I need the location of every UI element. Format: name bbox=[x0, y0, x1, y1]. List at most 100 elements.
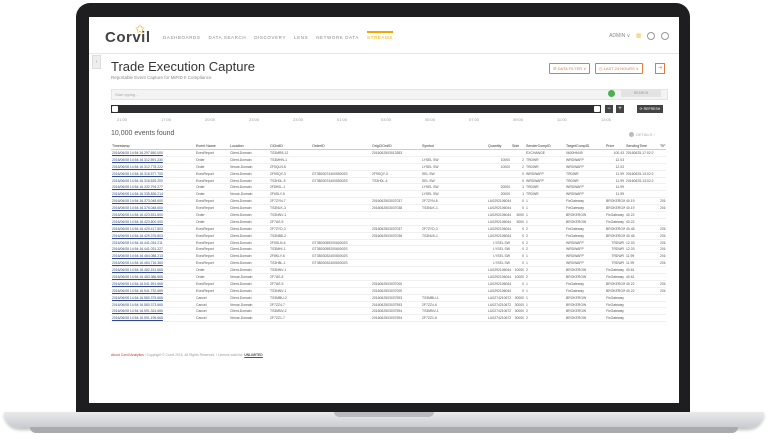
zoom-in-button[interactable]: + bbox=[616, 105, 624, 113]
time-range-button[interactable]: ◷ LAST 24 HOURS ∨ bbox=[595, 63, 643, 74]
table-cell[interactable]: 2016/06/08 14:54:16.591.324.665 bbox=[111, 307, 195, 316]
table-cell[interactable]: 2016/06/08 14:54:16.464.088.213 bbox=[111, 252, 195, 261]
export-button[interactable]: ⇥ bbox=[655, 63, 665, 74]
table-cell[interactable]: 2016/06/08 14:54:16.332.794.277 bbox=[111, 183, 195, 192]
table-cell[interactable]: 2016/06/08 14:54:16.312.778.222 bbox=[111, 163, 195, 171]
table-cell: 20000 bbox=[487, 190, 511, 199]
table-row[interactable]: 2016/06/08 14:54:16.541.732.665 ExecRepor… bbox=[111, 287, 666, 295]
table-cell: ExecReport bbox=[195, 245, 229, 254]
nav-dashboards[interactable]: DASHBOARDS bbox=[163, 35, 201, 40]
table-cell[interactable]: 2016/06/08 14:54:16.297.650.000 bbox=[111, 149, 195, 157]
table-cell: Order bbox=[195, 273, 229, 281]
table-cell bbox=[311, 266, 371, 275]
table-cell[interactable]: 2016/06/08 14:54:16.482.151.665 bbox=[111, 266, 195, 275]
table-cell: ExecReport bbox=[195, 259, 229, 268]
table-cell[interactable]: 2016/06/08 14:54:16.335.836.214 bbox=[111, 190, 195, 199]
table-cell[interactable]: 2016/06/08 14:54:16.580.375.665 bbox=[111, 294, 195, 302]
table-row[interactable]: 2016/06/08 14:54:16.376.048.600 ExecRepor… bbox=[111, 204, 666, 213]
chart-icon[interactable]: ▨ bbox=[636, 33, 641, 39]
table-cell[interactable]: 2016/06/08 14:54:16.541.732.665 bbox=[111, 287, 195, 295]
nav-streams[interactable]: STREAMS bbox=[367, 31, 393, 40]
table-row[interactable]: 2016/06/08 14:54:16.423.531.600 Order Clie… bbox=[111, 211, 666, 219]
table-row[interactable]: 2016/06/08 14:54:16.297.650.000 ExecRepor… bbox=[111, 149, 666, 157]
data-filter-button[interactable]: ☰ DATA FILTER ∨ bbox=[549, 63, 591, 74]
table-cell[interactable]: 2016/06/08 14:54:16.373.048.600 bbox=[111, 197, 195, 206]
table-row[interactable]: 2016/06/08 14:54:16.482.151.665 Order Clie… bbox=[111, 266, 666, 275]
table-cell[interactable]: 2016/06/08 14:54:16.441.031.227 bbox=[111, 245, 195, 254]
table-cell[interactable]: 2016/06/08 14:54:16.423.531.600 bbox=[111, 211, 195, 219]
table-cell: 0 bbox=[511, 177, 525, 185]
table-cell[interactable]: 2016/06/08 14:54:16.429.376.803 bbox=[111, 232, 195, 240]
table-cell: LU0292106044.USD bbox=[487, 232, 511, 240]
table-row[interactable]: 2016/06/08 14:54:16.580.375.665 Cancel Cli… bbox=[111, 294, 666, 302]
gear-icon[interactable] bbox=[661, 32, 669, 40]
table-row[interactable]: 2016/06/08 14:54:16.580.373.665 Cancel Ven… bbox=[111, 301, 666, 309]
search-input[interactable]: Start typing... bbox=[111, 89, 668, 100]
details-toggle[interactable]: DETAILS › bbox=[629, 132, 655, 138]
table-row[interactable]: 2016/06/08 14:54:16.591.195.665 Cancel Ven… bbox=[111, 314, 666, 323]
about-link[interactable]: About Corvil Analytics bbox=[111, 353, 144, 357]
table-cell[interactable]: 2016/06/08 14:54:16.312.591.230 bbox=[111, 156, 195, 164]
table-row[interactable]: 2016/06/08 14:54:16.429.376.803 ExecRepor… bbox=[111, 232, 666, 240]
timeline-slider[interactable] bbox=[111, 105, 601, 113]
table-row[interactable]: 2016/06/08 14:54:16.316.577.700 ExecRepor… bbox=[111, 170, 666, 178]
table-cell bbox=[421, 287, 487, 295]
table-cell: 2F7ZYD-3 bbox=[269, 225, 311, 233]
refresh-button[interactable]: ⟳ REFRESH bbox=[637, 105, 663, 113]
table-cell[interactable]: 2016/06/08 14:54:16.541.591.665 bbox=[111, 280, 195, 288]
zoom-out-button[interactable]: − bbox=[605, 105, 613, 113]
table-cell: LU0292106044.USD bbox=[487, 280, 511, 288]
table-cell[interactable]: 2016/06/08 14:54:16.429.417.803 bbox=[111, 225, 195, 233]
table-row[interactable]: 2016/06/08 14:54:16.373.048.600 ExecRepor… bbox=[111, 197, 666, 206]
table-row[interactable]: 2016/06/08 14:54:16.464.088.213 ExecRepor… bbox=[111, 252, 666, 261]
table-cell: 1 bbox=[525, 211, 565, 219]
timeline-handle-right[interactable] bbox=[594, 106, 600, 112]
table-row[interactable]: 2016/06/08 14:54:16.423.600.000 Order Clie… bbox=[111, 218, 666, 226]
table-cell[interactable]: 2016/06/08 14:54:16.423.600.000 bbox=[111, 218, 195, 226]
user-menu[interactable]: ADMIN ∨ bbox=[609, 33, 630, 39]
table-cell[interactable]: 2016/06/08 14:54:16.483.386.665 bbox=[111, 273, 195, 281]
tick-label: 20:00 bbox=[205, 117, 216, 122]
nav-discovery[interactable]: DISCOVERY bbox=[254, 35, 286, 40]
table-cell[interactable]: 2016/06/08 14:54:16.580.373.665 bbox=[111, 301, 195, 309]
table-row[interactable]: 2016/06/08 14:54:16.591.324.665 Cancel Cli… bbox=[111, 307, 666, 316]
table-row[interactable]: 2016/06/08 14:54:16.332.794.277 Order Clie… bbox=[111, 183, 666, 192]
table-cell: Client-Domain bbox=[229, 232, 269, 240]
timeline-handle-left[interactable] bbox=[112, 106, 118, 112]
nav-data-search[interactable]: DATA SEARCH bbox=[209, 35, 247, 40]
table-row[interactable]: 2016/06/08 14:54:16.312.778.222 Order Venu… bbox=[111, 163, 666, 171]
table-row[interactable]: 2016/06/08 14:54:16.441.031.227 ExecRepor… bbox=[111, 245, 666, 254]
table-cell[interactable]: 2016/06/08 14:54:16.464.716.360 bbox=[111, 259, 195, 268]
table-row[interactable]: 2016/06/08 14:54:16.316.525.200 ExecRepor… bbox=[111, 177, 666, 185]
search-button[interactable]: SEARCH bbox=[621, 90, 661, 97]
table-cell: 40.22 bbox=[625, 287, 659, 295]
table-cell: Client-Domain bbox=[229, 294, 269, 302]
table-cell[interactable]: 2016/06/08 14:54:16.316.577.700 bbox=[111, 170, 195, 178]
help-icon[interactable] bbox=[647, 32, 655, 40]
table-cell: FixGateway bbox=[565, 225, 605, 233]
table-cell[interactable]: 2016/06/08 14:54:16.441.034.211 bbox=[111, 239, 195, 247]
table-row[interactable]: 2016/06/08 14:54:16.335.836.214 Order Venu… bbox=[111, 190, 666, 199]
nav-network-data[interactable]: NETWORK DATA bbox=[316, 35, 359, 40]
table-cell[interactable]: 2016/06/08 14:54:16.376.048.600 bbox=[111, 204, 195, 213]
table-row[interactable]: 2016/06/08 14:54:16.312.591.230 Order Clie… bbox=[111, 156, 666, 164]
table-cell: WRDWAFP bbox=[565, 245, 605, 254]
table-cell[interactable]: 2016/06/08 14:54:16.591.195.665 bbox=[111, 314, 195, 323]
table-cell: ExecReport bbox=[195, 287, 229, 295]
nav-lens[interactable]: LENS bbox=[294, 35, 308, 40]
sidebar-toggle[interactable]: › bbox=[92, 55, 101, 69]
table-row[interactable]: 2016/06/08 14:54:16.464.716.360 ExecRepor… bbox=[111, 259, 666, 268]
table-row[interactable]: 2016/06/08 14:54:16.483.386.665 Order Venu… bbox=[111, 273, 666, 281]
table-row[interactable]: 2016/06/08 14:54:16.429.417.803 ExecRepor… bbox=[111, 225, 666, 233]
table-cell: 2 bbox=[525, 314, 565, 323]
table-cell: 2016062503037594 bbox=[371, 314, 421, 323]
table-cell[interactable]: 2016/06/08 14:54:16.316.525.200 bbox=[111, 177, 195, 185]
table-cell: 40.48 bbox=[625, 225, 659, 233]
table-cell bbox=[659, 149, 666, 157]
table-cell: 0 bbox=[511, 252, 525, 261]
table-row[interactable]: 2016/06/08 14:54:16.541.591.665 ExecRepor… bbox=[111, 280, 666, 288]
table-cell: 30000 bbox=[511, 314, 525, 323]
table-cell: LYSEL SW bbox=[487, 259, 511, 268]
table-row[interactable]: 2016/06/08 14:54:16.441.034.211 ExecRepor… bbox=[111, 239, 666, 247]
table-cell bbox=[311, 204, 371, 213]
